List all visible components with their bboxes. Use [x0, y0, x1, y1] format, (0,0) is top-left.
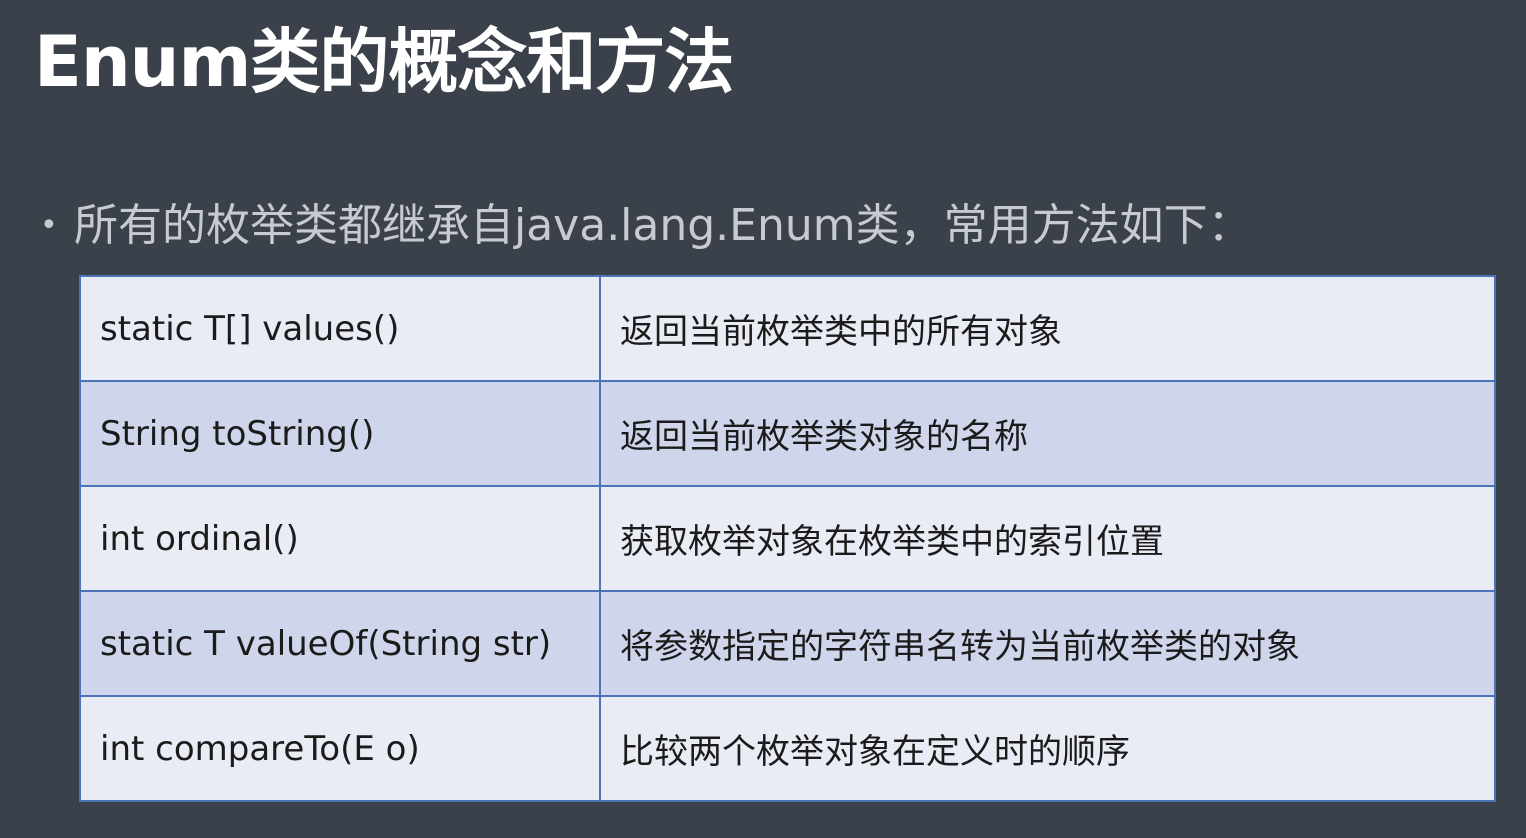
- method-signature: static T[] values(): [79, 275, 601, 382]
- method-signature: String toString(): [79, 380, 601, 487]
- method-description: 返回当前枚举类对象的名称: [599, 380, 1496, 487]
- method-description: 获取枚举对象在枚举类中的索引位置: [599, 485, 1496, 592]
- table-row: int ordinal() 获取枚举对象在枚举类中的索引位置: [79, 485, 1496, 592]
- table-row: static T valueOf(String str) 将参数指定的字符串名转…: [79, 590, 1496, 697]
- table-row: static T[] values() 返回当前枚举类中的所有对象: [79, 275, 1496, 382]
- method-description: 返回当前枚举类中的所有对象: [599, 275, 1496, 382]
- table-row: int compareTo(E o) 比较两个枚举对象在定义时的顺序: [79, 695, 1496, 802]
- method-description: 比较两个枚举对象在定义时的顺序: [599, 695, 1496, 802]
- method-signature: int compareTo(E o): [79, 695, 601, 802]
- bullet-dot-icon: •: [40, 208, 58, 243]
- bullet-point: • 所有的枚举类都继承自java.lang.Enum类，常用方法如下：: [40, 196, 1252, 256]
- bullet-text: 所有的枚举类都继承自java.lang.Enum类，常用方法如下：: [74, 200, 1252, 251]
- slide-title: Enum类的概念和方法: [34, 21, 734, 103]
- method-signature: int ordinal(): [79, 485, 601, 592]
- enum-methods-table: static T[] values() 返回当前枚举类中的所有对象 String…: [79, 275, 1496, 802]
- method-signature: static T valueOf(String str): [79, 590, 601, 697]
- method-description: 将参数指定的字符串名转为当前枚举类的对象: [599, 590, 1496, 697]
- table-row: String toString() 返回当前枚举类对象的名称: [79, 380, 1496, 487]
